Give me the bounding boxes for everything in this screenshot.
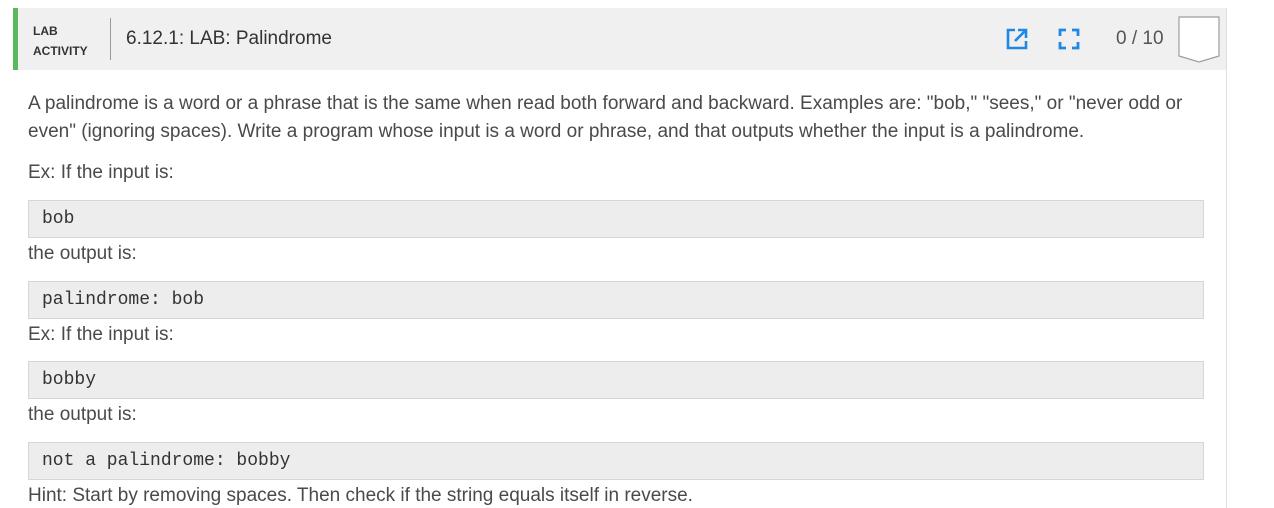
example-2-output: not a palindrome: bobby [28, 442, 1204, 480]
activity-type-line1: LAB [33, 24, 58, 38]
example-1-output-label: the output is: [28, 243, 137, 264]
hint-text: Hint: Start by removing spaces. Then che… [28, 485, 693, 506]
example-2-output-label: the output is: [28, 404, 137, 425]
example-2-input: bobby [28, 361, 1204, 399]
intro-line-1: A palindrome is a word or a phrase that … [28, 93, 1183, 114]
intro-line-2: even" (ignoring spaces). Write a program… [28, 121, 1085, 142]
example-2-label: Ex: If the input is: [28, 324, 174, 345]
example-1-label: Ex: If the input is: [28, 162, 174, 183]
example-1-input: bob [28, 200, 1204, 238]
completion-badge-icon [1178, 16, 1220, 64]
score-display: 0 / 10 [1116, 28, 1164, 49]
fullscreen-icon[interactable] [1057, 27, 1081, 51]
popout-icon[interactable] [1005, 27, 1029, 51]
example-1-output: palindrome: bob [28, 281, 1204, 319]
activity-title: 6.12.1: LAB: Palindrome [126, 28, 332, 49]
activity-type-label: LAB ACTIVITY [33, 21, 88, 61]
lab-activity-card: LAB ACTIVITY 6.12.1: LAB: Palindrome 0 /… [13, 8, 1227, 508]
activity-header: LAB ACTIVITY 6.12.1: LAB: Palindrome 0 /… [13, 8, 1226, 70]
header-divider [110, 18, 111, 60]
activity-type-line2: ACTIVITY [33, 44, 88, 58]
